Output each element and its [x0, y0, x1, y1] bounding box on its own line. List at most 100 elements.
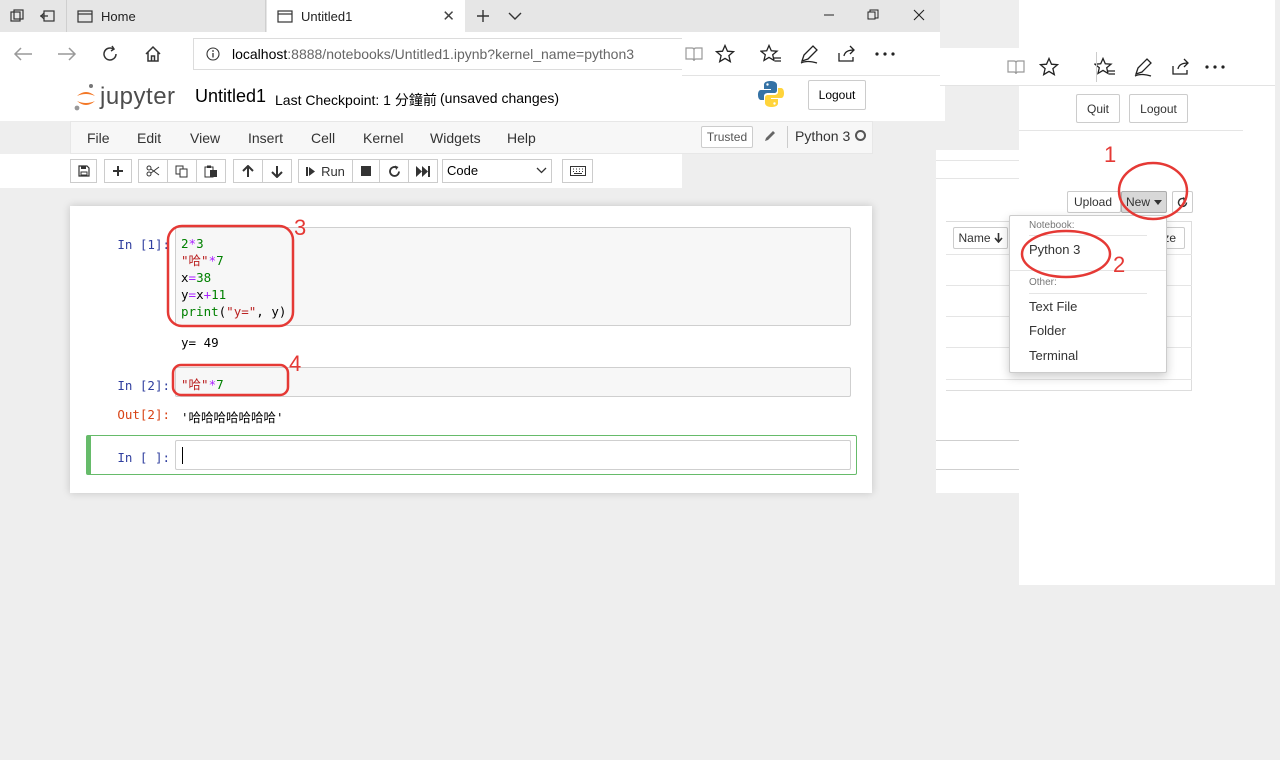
interrupt-kernel-button[interactable] — [352, 159, 380, 183]
edit-pencil-icon[interactable] — [763, 129, 777, 143]
plus-icon — [113, 166, 123, 176]
upload-button[interactable]: Upload — [1067, 191, 1121, 213]
code-cell-input[interactable] — [175, 367, 851, 397]
more-options-icon[interactable] — [1200, 51, 1230, 83]
menu-edit[interactable]: Edit — [137, 130, 161, 146]
divider — [1019, 130, 1243, 131]
cell-input-overflow — [936, 440, 1020, 470]
paste-button[interactable] — [196, 159, 226, 183]
home-icon[interactable] — [140, 42, 166, 66]
input-prompt: In [1]: — [117, 237, 170, 252]
logout-button[interactable]: Logout — [808, 80, 866, 110]
menu-item-python3[interactable]: Python 3 — [1029, 242, 1080, 257]
restart-run-all-button[interactable] — [408, 159, 438, 183]
menu-insert[interactable]: Insert — [248, 130, 283, 146]
step-forward-icon — [306, 166, 316, 176]
browser-tab-bar: Home Untitled1 ✕ — [0, 0, 940, 32]
browser-toolbar-right-2 — [940, 48, 1275, 86]
favorite-star-icon[interactable] — [1030, 51, 1068, 83]
restart-kernel-button[interactable] — [379, 159, 409, 183]
menu-view[interactable]: View — [190, 130, 220, 146]
favorites-hub-icon[interactable] — [752, 38, 790, 70]
menu-item-folder[interactable]: Folder — [1029, 323, 1066, 338]
refresh-icon — [1177, 196, 1188, 207]
pen-notes-icon[interactable] — [790, 38, 828, 70]
refresh-list-button[interactable] — [1172, 191, 1193, 213]
refresh-icon[interactable] — [97, 42, 123, 66]
menu-item-terminal[interactable]: Terminal — [1029, 348, 1078, 363]
favorites-hub-icon[interactable] — [1086, 51, 1124, 83]
jupyter-wordmark: jupyter — [100, 83, 176, 110]
menu-cell[interactable]: Cell — [311, 130, 335, 146]
tab-list-chevron-icon[interactable] — [504, 6, 526, 26]
new-label: New — [1125, 195, 1150, 209]
code-cell-input[interactable] — [175, 440, 851, 470]
menu-widgets[interactable]: Widgets — [430, 130, 481, 146]
restore-icon[interactable] — [850, 2, 896, 28]
cell-type-select[interactable]: Code — [442, 159, 552, 183]
run-label: Run — [321, 163, 345, 179]
browser-toolbar-right — [682, 32, 940, 76]
close-window-icon[interactable] — [896, 2, 942, 28]
info-icon[interactable] — [206, 47, 220, 61]
output-prompt: Out[2]: — [117, 407, 170, 422]
notebook-toolbar: Run Code — [0, 154, 682, 188]
notebook-name[interactable]: Untitled1 — [195, 86, 266, 107]
menu-help[interactable]: Help — [507, 130, 536, 146]
unsaved-changes: (unsaved changes) — [440, 90, 560, 106]
other-section-header: Other: — [1029, 277, 1057, 288]
cut-button[interactable] — [138, 159, 168, 183]
favorite-star-icon[interactable] — [706, 38, 744, 70]
tab-home[interactable]: Home — [66, 0, 266, 32]
trusted-indicator[interactable]: Trusted — [701, 126, 753, 148]
save-button[interactable] — [70, 159, 97, 183]
new-dropdown-button[interactable]: New — [1121, 191, 1167, 213]
tab-label: Home — [101, 8, 136, 24]
annotation-number-2: 2 — [1113, 252, 1126, 277]
notebook-container: In [1]: 2*3 "哈"*7 x=38 y=x+11 print("y="… — [70, 206, 872, 493]
new-tab-icon[interactable] — [472, 6, 494, 26]
python-logo-icon — [757, 80, 785, 108]
code-line: print("y=", y) — [181, 304, 287, 319]
move-up-button[interactable] — [233, 159, 263, 183]
chevron-down-icon — [536, 164, 547, 176]
address-bar[interactable]: localhost:8888/notebooks/Untitled1.ipynb… — [193, 38, 683, 70]
command-palette-button[interactable] — [562, 159, 593, 183]
set-aside-tabs-icon[interactable] — [36, 6, 58, 26]
logout-button-2[interactable]: Logout — [1129, 94, 1188, 123]
share-icon[interactable] — [1162, 51, 1200, 83]
code-line: "哈"*7 — [181, 253, 224, 268]
reading-view-icon[interactable] — [1002, 51, 1030, 83]
kernel-idle-indicator — [855, 130, 866, 141]
cell-type-value: Code — [447, 163, 479, 178]
share-icon[interactable] — [828, 38, 866, 70]
cell-output: '哈哈哈哈哈哈哈' — [181, 410, 284, 425]
sort-by-name-button[interactable]: Name — [953, 227, 1008, 249]
forward-arrow-icon[interactable] — [54, 42, 80, 66]
menu-item-text-file[interactable]: Text File — [1029, 299, 1077, 314]
back-arrow-icon[interactable] — [10, 42, 36, 66]
menu-file[interactable]: File — [87, 130, 110, 146]
paste-icon — [204, 165, 217, 177]
copy-button[interactable] — [167, 159, 197, 183]
cell-output: y= 49 — [181, 335, 219, 350]
jupyter-logo[interactable]: jupyter — [74, 82, 176, 112]
menu-kernel[interactable]: Kernel — [363, 130, 403, 146]
tab-overview-icon[interactable] — [6, 6, 28, 26]
fast-forward-icon — [416, 165, 430, 177]
more-options-icon[interactable] — [866, 38, 904, 70]
tab-untitled1[interactable]: Untitled1 ✕ — [267, 0, 465, 32]
pen-notes-icon[interactable] — [1124, 51, 1162, 83]
reading-view-icon[interactable] — [682, 38, 706, 70]
quit-button[interactable]: Quit — [1076, 94, 1120, 123]
close-tab-icon[interactable]: ✕ — [442, 7, 455, 25]
code-line: "哈"*7 — [181, 377, 224, 392]
insert-cell-button[interactable] — [104, 159, 132, 183]
run-button[interactable]: Run — [298, 159, 353, 183]
divider — [787, 126, 788, 148]
copy-icon — [175, 165, 188, 177]
move-down-button[interactable] — [262, 159, 292, 183]
minimize-icon[interactable] — [806, 2, 852, 28]
scissors-icon — [146, 165, 160, 177]
last-checkpoint: Last Checkpoint: 1 分鐘前 — [275, 92, 437, 108]
